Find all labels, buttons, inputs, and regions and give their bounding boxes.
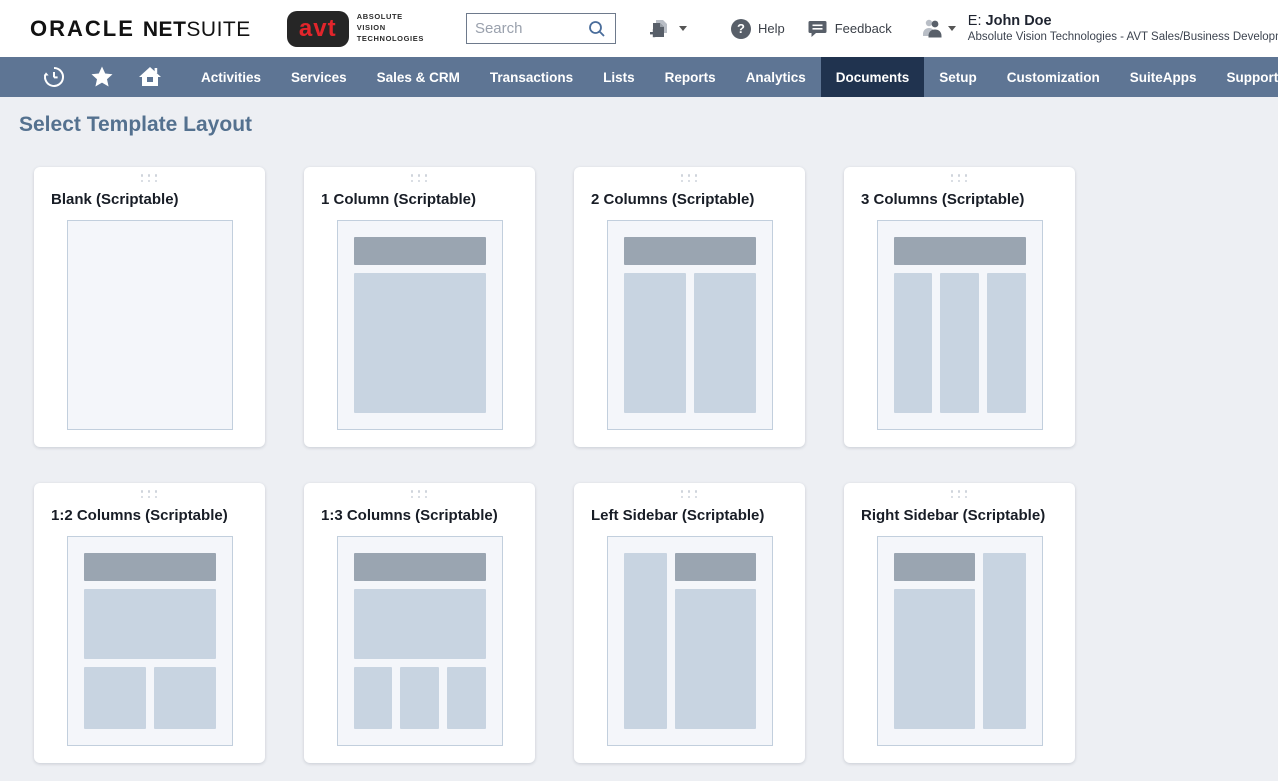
roles-icon xyxy=(918,16,946,42)
nav-item-services[interactable]: Services xyxy=(276,57,362,97)
template-layout-preview xyxy=(67,220,233,430)
preview-content-block xyxy=(624,273,686,413)
nav-item-transactions[interactable]: Transactions xyxy=(475,57,588,97)
drag-handle-icon[interactable] xyxy=(681,490,699,498)
avt-logo-badge: avt xyxy=(287,11,349,47)
preview-content-block xyxy=(894,589,975,729)
company-logo: avt ABSOLUTE VISION TECHNOLOGIES xyxy=(287,11,424,47)
preview-content-block xyxy=(84,667,146,729)
preview-content-block xyxy=(940,273,979,413)
nav-item-lists[interactable]: Lists xyxy=(588,57,650,97)
preview-content-block xyxy=(400,667,439,729)
chevron-down-icon xyxy=(679,26,687,31)
preview-content-block xyxy=(983,553,1026,729)
preview-header-block xyxy=(354,237,486,265)
oracle-netsuite-logo: ORACLE NETSUITE xyxy=(30,16,251,42)
template-card-blank[interactable]: Blank (Scriptable) xyxy=(34,167,265,447)
template-layout-preview xyxy=(877,220,1043,430)
preview-content-block xyxy=(354,589,486,659)
nav-item-customization[interactable]: Customization xyxy=(992,57,1115,97)
search-input[interactable] xyxy=(475,20,587,37)
template-card-right-sidebar[interactable]: Right Sidebar (Scriptable) xyxy=(844,483,1075,763)
preview-content-block xyxy=(675,589,756,729)
chevron-down-icon xyxy=(948,26,956,31)
recent-records-icon[interactable] xyxy=(30,57,78,97)
preview-content-block xyxy=(624,553,667,729)
nav-item-documents[interactable]: Documents xyxy=(821,57,925,97)
template-layout-preview xyxy=(67,536,233,746)
drag-handle-icon[interactable] xyxy=(141,490,159,498)
preview-content-block xyxy=(894,273,933,413)
home-icon[interactable] xyxy=(126,57,174,97)
drag-handle-icon[interactable] xyxy=(411,490,429,498)
template-layout-preview xyxy=(607,220,773,430)
drag-handle-icon[interactable] xyxy=(411,174,429,182)
favorites-star-icon[interactable] xyxy=(78,57,126,97)
role-switcher[interactable] xyxy=(918,16,956,42)
preview-content-block xyxy=(987,273,1026,413)
feedback-button[interactable]: Feedback xyxy=(807,18,892,39)
nav-menu: ActivitiesServicesSales & CRMTransaction… xyxy=(186,57,1278,97)
feedback-icon xyxy=(807,18,828,39)
preview-content-block xyxy=(154,667,216,729)
nav-icon-group xyxy=(0,57,174,97)
preview-header-block xyxy=(84,553,216,581)
user-name: E: John Doe xyxy=(968,12,1278,31)
template-card-two-columns[interactable]: 2 Columns (Scriptable) xyxy=(574,167,805,447)
nav-item-sales-crm[interactable]: Sales & CRM xyxy=(362,57,475,97)
template-card-one-column[interactable]: 1 Column (Scriptable) xyxy=(304,167,535,447)
template-card-left-sidebar[interactable]: Left Sidebar (Scriptable) xyxy=(574,483,805,763)
preview-content-block xyxy=(447,667,486,729)
help-icon: ? xyxy=(731,19,751,39)
nav-item-suiteapps[interactable]: SuiteApps xyxy=(1115,57,1212,97)
nav-item-setup[interactable]: Setup xyxy=(924,57,992,97)
preview-content-block xyxy=(354,667,393,729)
search-icon[interactable] xyxy=(587,19,607,39)
global-search[interactable] xyxy=(466,13,616,44)
preview-content-block xyxy=(84,589,216,659)
user-role-info: E: John Doe Absolute Vision Technologies… xyxy=(968,12,1278,46)
top-header: ORACLE NETSUITE avt ABSOLUTE VISION TECH… xyxy=(0,0,1278,57)
create-new-menu[interactable] xyxy=(646,16,687,42)
page-title: Select Template Layout xyxy=(0,97,1278,137)
user-role-details: Absolute Vision Technologies - AVT Sales… xyxy=(968,30,1278,45)
template-layout-preview xyxy=(337,536,503,746)
template-card-one-three-columns[interactable]: 1:3 Columns (Scriptable) xyxy=(304,483,535,763)
template-card-one-two-columns[interactable]: 1:2 Columns (Scriptable) xyxy=(34,483,265,763)
preview-content-block xyxy=(694,273,756,413)
nav-item-activities[interactable]: Activities xyxy=(186,57,276,97)
company-logo-text: ABSOLUTE VISION TECHNOLOGIES xyxy=(357,12,424,45)
preview-header-block xyxy=(675,553,756,581)
help-button[interactable]: ? Help xyxy=(731,19,785,39)
template-grid: Blank (Scriptable) 1 Column (Scriptable)… xyxy=(0,137,1278,763)
create-new-icon xyxy=(646,16,672,42)
preview-content-block xyxy=(354,273,486,413)
template-layout-preview xyxy=(337,220,503,430)
template-layout-preview xyxy=(607,536,773,746)
main-navigation: ActivitiesServicesSales & CRMTransaction… xyxy=(0,57,1278,97)
nav-item-analytics[interactable]: Analytics xyxy=(731,57,821,97)
preview-header-block xyxy=(354,553,486,581)
drag-handle-icon[interactable] xyxy=(951,490,969,498)
template-layout-preview xyxy=(877,536,1043,746)
template-card-three-columns[interactable]: 3 Columns (Scriptable) xyxy=(844,167,1075,447)
drag-handle-icon[interactable] xyxy=(681,174,699,182)
drag-handle-icon[interactable] xyxy=(951,174,969,182)
nav-item-reports[interactable]: Reports xyxy=(650,57,731,97)
preview-header-block xyxy=(894,553,975,581)
oracle-wordmark: ORACLE xyxy=(30,16,135,42)
drag-handle-icon[interactable] xyxy=(141,174,159,182)
nav-item-support[interactable]: Support xyxy=(1212,57,1278,97)
preview-header-block xyxy=(894,237,1026,265)
preview-header-block xyxy=(624,237,756,265)
